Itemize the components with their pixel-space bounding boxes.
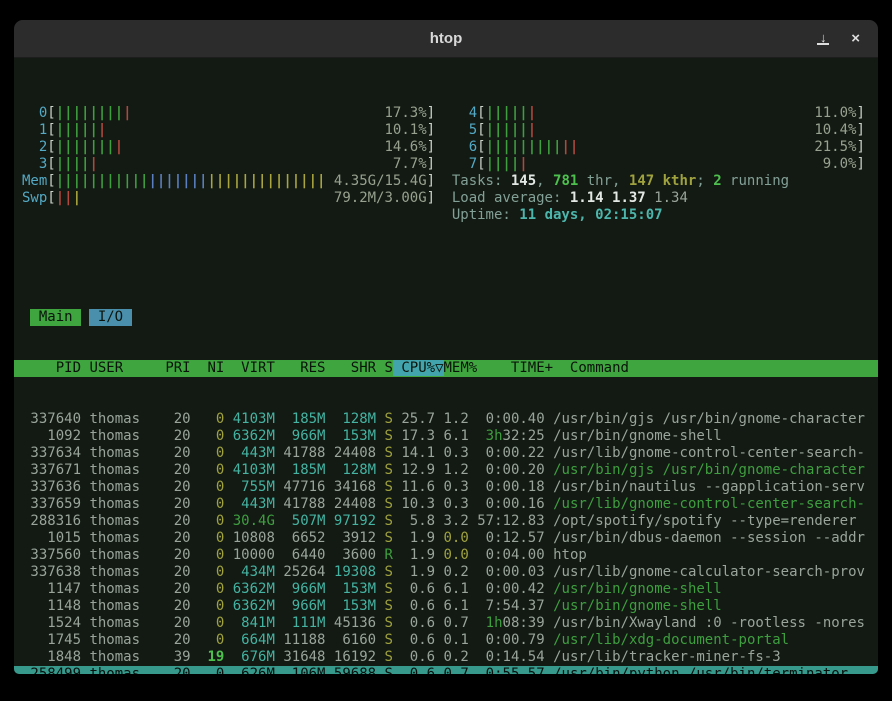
column-header-pri[interactable]: PRI	[165, 360, 190, 376]
meter-row: Swp[||| 79.2M/3.00G] Load average: 1.14 …	[14, 190, 878, 207]
meter-row: Uptime: 11 days, 02:15:07	[14, 207, 878, 224]
desktop: htop ↓ × 0[||||||||| 17.3%] 4[|||||| 11.…	[0, 0, 892, 701]
process-row[interactable]: 1745 thomas 20 0 664M 11188 6160 S 0.6 0…	[14, 632, 878, 649]
column-header-cpu[interactable]: CPU%▽	[393, 360, 444, 376]
process-row[interactable]: 258499 thomas 20 0 626M 106M 59688 S 0.6…	[14, 666, 878, 674]
meter-row: 2[|||||||| 14.6%] 6[||||||||||| 21.5%]	[14, 139, 878, 156]
process-row[interactable]: 1148 thomas 20 0 6362M 966M 153M S 0.6 6…	[14, 598, 878, 615]
meter-row: 1[|||||| 10.1%] 5[|||||| 10.4%]	[14, 122, 878, 139]
terminal-window: htop ↓ × 0[||||||||| 17.3%] 4[|||||| 11.…	[14, 20, 878, 674]
cpu-meter-2: 2[|||||||| 14.6%]	[22, 139, 435, 156]
column-header-command[interactable]: Command	[553, 360, 629, 376]
tasks-summary: Tasks: 145, 781 thr, 147 kthr; 2 running	[452, 173, 789, 189]
process-row[interactable]: 337638 thomas 20 0 434M 25264 19308 S 1.…	[14, 564, 878, 581]
column-header-virt[interactable]: VIRT	[224, 360, 275, 376]
process-row[interactable]: 337659 thomas 20 0 443M 41788 24408 S 10…	[14, 496, 878, 513]
process-row[interactable]: 288316 thomas 20 0 30.4G 507M 97192 S 5.…	[14, 513, 878, 530]
terminal-content: 0[||||||||| 17.3%] 4[|||||| 11.0%] 1[|||…	[14, 58, 878, 674]
meter-row: 3[||||| 7.7%] 7[||||| 9.0%]	[14, 156, 878, 173]
swap-meter: Swp[||| 79.2M/3.00G]	[22, 190, 435, 207]
window-title: htop	[430, 30, 462, 47]
process-row[interactable]: 337671 thomas 20 0 4103M 185M 128M S 12.…	[14, 462, 878, 479]
cpu-meter-1: 1[|||||| 10.1%]	[22, 122, 435, 139]
blank-line	[14, 258, 878, 275]
close-icon[interactable]: ×	[851, 32, 860, 46]
title-bar[interactable]: htop ↓ ×	[14, 20, 878, 58]
column-header-mem[interactable]: MEM%	[444, 360, 478, 376]
tab-main[interactable]: Main	[30, 309, 81, 326]
column-header-shr[interactable]: SHR	[325, 360, 376, 376]
download-icon[interactable]: ↓	[817, 32, 829, 45]
process-table: 337640 thomas 20 0 4103M 185M 128M S 25.…	[14, 411, 878, 674]
tab-io[interactable]: I/O	[89, 309, 131, 326]
meter-row: Mem[|||||||||||||||||||||||||||||||| 4.3…	[14, 173, 878, 190]
process-row[interactable]: 337634 thomas 20 0 443M 41788 24408 S 14…	[14, 445, 878, 462]
process-row[interactable]: 1848 thomas 39 19 676M 31648 16192 S 0.6…	[14, 649, 878, 666]
process-row[interactable]: 1092 thomas 20 0 6362M 966M 153M S 17.3 …	[14, 428, 878, 445]
process-row[interactable]: 337640 thomas 20 0 4103M 185M 128M S 25.…	[14, 411, 878, 428]
tab-bar: Main I/O	[14, 309, 878, 326]
column-header-res[interactable]: RES	[275, 360, 326, 376]
cpu-meter-3: 3[||||| 7.7%]	[22, 156, 435, 173]
column-header-time[interactable]: TIME+	[477, 360, 553, 376]
memory-meter: Mem[|||||||||||||||||||||||||||||||| 4.3…	[22, 173, 435, 190]
cpu-meter-0: 0[||||||||| 17.3%]	[22, 105, 435, 122]
column-header-pid[interactable]: PID	[22, 360, 81, 376]
process-row[interactable]: 1524 thomas 20 0 841M 111M 45136 S 0.6 0…	[14, 615, 878, 632]
process-row[interactable]: 1015 thomas 20 0 10808 6652 3912 S 1.9 0…	[14, 530, 878, 547]
column-header-user[interactable]: USER	[89, 360, 165, 376]
load-average: Load average: 1.14 1.37 1.34	[452, 190, 688, 206]
cpu-meter-6: 6[||||||||||| 21.5%]	[452, 139, 865, 156]
cpu-meter-5: 5[|||||| 10.4%]	[452, 122, 865, 139]
process-row[interactable]: 337636 thomas 20 0 755M 47716 34168 S 11…	[14, 479, 878, 496]
cpu-meter-4: 4[|||||| 11.0%]	[452, 105, 865, 122]
process-row[interactable]: 1147 thomas 20 0 6362M 966M 153M S 0.6 6…	[14, 581, 878, 598]
meter-row: 0[||||||||| 17.3%] 4[|||||| 11.0%]	[14, 105, 878, 122]
uptime: Uptime: 11 days, 02:15:07	[452, 207, 663, 223]
column-header-state[interactable]: S	[376, 360, 393, 376]
table-header: PID USER PRI NI VIRT RES SHR S CPU%▽MEM%…	[14, 360, 878, 377]
meters-section: 0[||||||||| 17.3%] 4[|||||| 11.0%] 1[|||…	[14, 105, 878, 224]
cpu-meter-7: 7[||||| 9.0%]	[452, 156, 865, 173]
process-row[interactable]: 337560 thomas 20 0 10000 6440 3600 R 1.9…	[14, 547, 878, 564]
column-header-ni[interactable]: NI	[191, 360, 225, 376]
